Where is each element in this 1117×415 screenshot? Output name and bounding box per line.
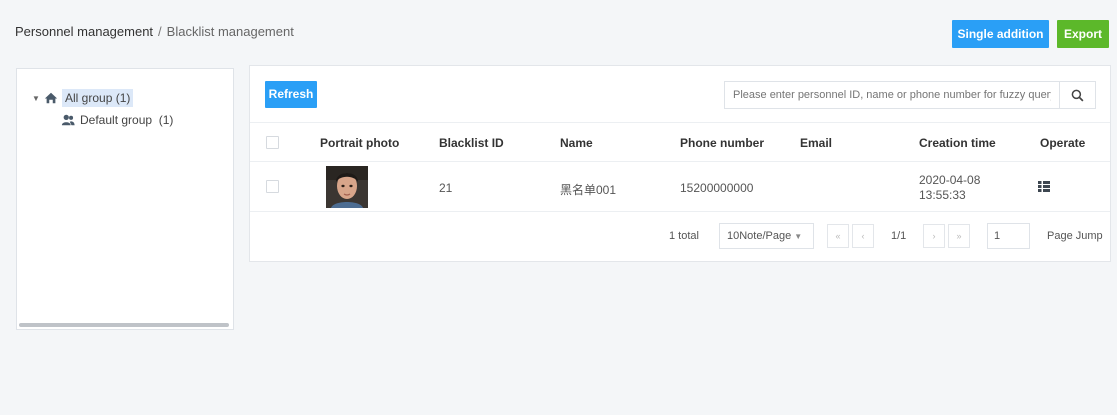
column-header-portrait: Portrait photo [320, 136, 400, 150]
last-page-button[interactable]: » [948, 224, 970, 248]
operate-cell [1038, 181, 1050, 195]
total-count: 1 total [669, 230, 699, 242]
tree-node-all-group[interactable]: ▼ All group (1) [32, 89, 134, 107]
next-page-button[interactable]: › [923, 224, 945, 248]
column-header-operate: Operate [1040, 136, 1086, 150]
tree-node-label[interactable]: Default group (1) [80, 113, 173, 127]
horizontal-scrollbar[interactable] [19, 323, 229, 327]
portrait-image [326, 166, 368, 208]
creation-date: 2020-04-08 [919, 173, 981, 187]
detail-list-icon[interactable] [1038, 181, 1050, 192]
single-addition-button[interactable]: Single addition [952, 20, 1049, 48]
first-page-button[interactable]: « [827, 224, 849, 248]
prev-page-button[interactable]: ‹ [852, 224, 874, 248]
group-tree-panel: ▼ All group (1) Default group (1) [16, 68, 234, 330]
cell-creation-time: 2020-04-08 13:55:33 [919, 173, 980, 203]
page-info: 1/1 [891, 230, 907, 242]
creation-clock-time: 13:55:33 [919, 188, 966, 202]
portrait-photo[interactable] [326, 166, 368, 208]
breadcrumb-parent[interactable]: Personnel management [15, 24, 153, 39]
blacklist-panel: Refresh Portrait photo Blacklist ID Name… [249, 65, 1111, 262]
tree-node-default-group[interactable]: Default group (1) [61, 113, 173, 127]
column-header-email: Email [800, 136, 833, 150]
export-button[interactable]: Export [1057, 20, 1109, 48]
search-box[interactable] [724, 81, 1060, 109]
top-bar: Personnel management / Blacklist managemen… [0, 0, 1117, 60]
chevron-down-icon: ▼ [794, 232, 803, 241]
search-button[interactable] [1060, 81, 1096, 109]
caret-down-icon[interactable]: ▼ [32, 94, 44, 103]
breadcrumb-current: Blacklist management [166, 24, 294, 39]
search-input[interactable] [725, 82, 1059, 108]
cell-blacklist-id: 21 [439, 181, 453, 195]
page-size-value: 10Note/Page [727, 230, 792, 242]
cell-phone: 15200000000 [680, 181, 754, 195]
table-row: 21 黑名单001 15200000000 2020-04-08 13:55:3… [250, 162, 1110, 212]
breadcrumb: Personnel management / Blacklist managemen… [15, 24, 294, 39]
row-checkbox[interactable] [266, 180, 279, 193]
column-header-phone: Phone number [680, 136, 765, 150]
group-icon [61, 114, 75, 126]
select-all-checkbox[interactable] [266, 136, 279, 149]
column-header-blacklist-id: Blacklist ID [439, 136, 504, 150]
cell-name: 黑名单001 [560, 183, 617, 197]
breadcrumb-separator: / [158, 24, 162, 39]
page-size-select[interactable]: 10Note/Page ▼ [719, 223, 814, 249]
pagination: 1 total 10Note/Page ▼ « ‹ 1/1 › » 1 Page… [250, 213, 1110, 261]
column-header-name: Name [560, 136, 593, 150]
home-icon [44, 92, 58, 104]
page-jump-label[interactable]: Page Jump [1047, 230, 1103, 242]
refresh-button[interactable]: Refresh [265, 81, 317, 108]
search-icon [1071, 89, 1084, 101]
tree-node-label[interactable]: All group (1) [62, 89, 134, 107]
table-header: Portrait photo Blacklist ID Name Phone n… [250, 122, 1110, 162]
column-header-creation-time: Creation time [919, 136, 996, 150]
page-number-input[interactable]: 1 [987, 223, 1030, 249]
